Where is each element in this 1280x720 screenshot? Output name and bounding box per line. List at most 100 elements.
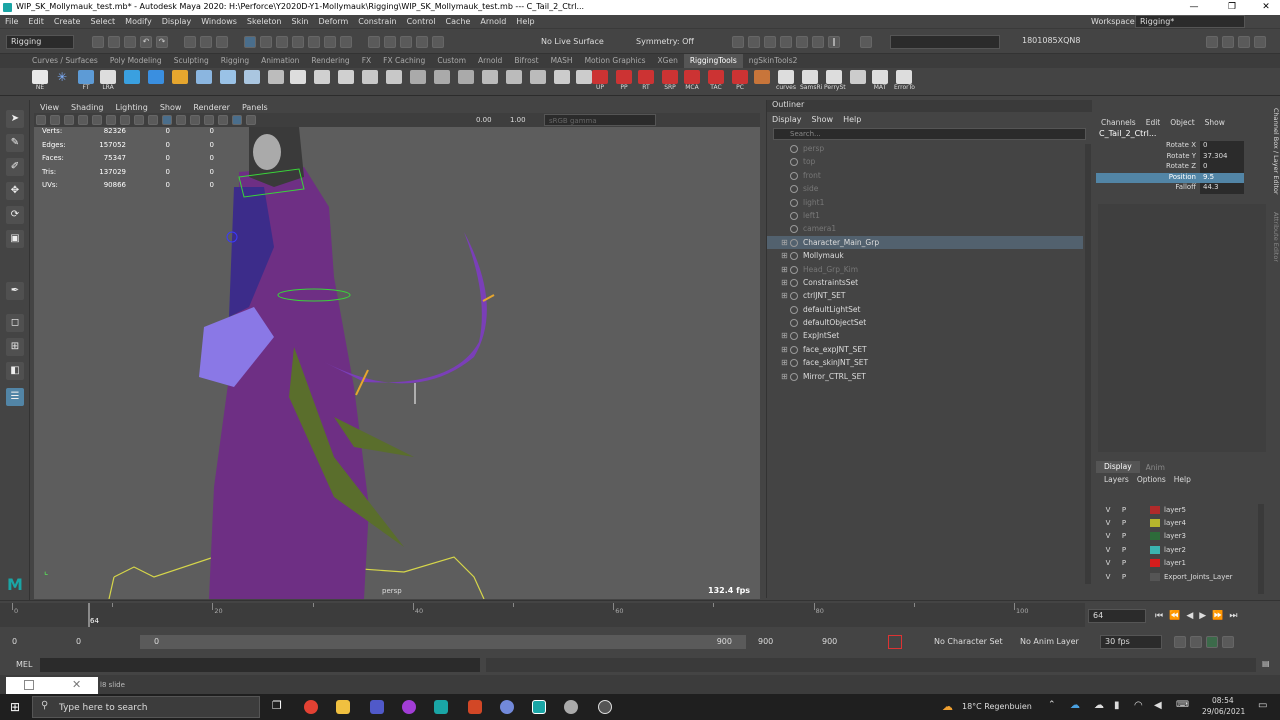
maximize-icon[interactable]: ❐ <box>1218 0 1246 15</box>
shelf-button-bind[interactable] <box>146 70 166 84</box>
film-gate-icon[interactable] <box>106 115 116 125</box>
layer-color-swatch[interactable] <box>1150 505 1160 514</box>
window-restore-icon[interactable] <box>24 680 34 690</box>
layer-playback-toggle[interactable]: P <box>1116 506 1132 514</box>
shelf-tab-bifrost[interactable]: Bifrost <box>508 54 544 68</box>
expand-icon[interactable]: ⊞ <box>781 249 788 262</box>
select-component-icon[interactable] <box>216 36 228 48</box>
time-slider[interactable]: 0 20 40 60 80 100 64 64 ⏮ ⏪ ◀ ▶ ⏩ ⏭ <box>0 600 1280 630</box>
shelf-tab-fx[interactable]: FX <box>356 54 377 68</box>
outliner-item[interactable]: ⊞ ConstraintsSet <box>767 276 1083 289</box>
layer-visibility-toggle[interactable]: V <box>1100 573 1116 581</box>
mel-input[interactable] <box>40 658 480 672</box>
file-explorer-icon[interactable] <box>336 700 350 714</box>
layer-playback-toggle[interactable]: P <box>1116 519 1132 527</box>
layer-color-swatch[interactable] <box>1150 572 1160 581</box>
shelf-button-perryst[interactable]: PerrySt <box>824 70 846 92</box>
shelf-tab-fx-caching[interactable]: FX Caching <box>377 54 431 68</box>
go-to-end-icon[interactable]: ⏭ <box>1229 611 1237 621</box>
shelf-button-up[interactable]: UP <box>590 70 610 92</box>
shelf-button-gear-2[interactable] <box>432 70 452 84</box>
rotate-tool-icon[interactable]: ⟳ <box>6 206 24 224</box>
move-tool-icon[interactable]: ✥ <box>6 182 24 200</box>
wireframe-icon[interactable] <box>148 115 158 125</box>
viewport-menu-view[interactable]: View <box>40 103 59 112</box>
channel-box-icon[interactable] <box>1254 36 1266 48</box>
anim-prefs-icon[interactable] <box>1222 636 1234 648</box>
outliner-menu-help[interactable]: Help <box>843 115 861 124</box>
shelf-tab-rigging[interactable]: Rigging <box>215 54 255 68</box>
character-set-dropdown[interactable]: No Character Set <box>934 637 1003 646</box>
render-current-icon[interactable] <box>748 36 760 48</box>
shelf-button-paint[interactable] <box>170 70 190 84</box>
discord-icon[interactable] <box>500 700 514 714</box>
construction-history-icon[interactable] <box>368 36 380 48</box>
edit-menu[interactable]: Edit <box>1146 118 1161 127</box>
shelf-button-constraint-2[interactable] <box>336 70 356 84</box>
shelf-tab-arnold[interactable]: Arnold <box>472 54 508 68</box>
redo-icon[interactable]: ↷ <box>156 36 168 48</box>
shelf-button-link[interactable] <box>552 70 572 84</box>
menu-file[interactable]: File <box>5 17 18 26</box>
image-plane-icon[interactable] <box>78 115 88 125</box>
attr-position[interactable]: Position 9.5 <box>1096 172 1280 183</box>
input-line-field[interactable] <box>890 35 1000 49</box>
step-back-icon[interactable]: ◀ <box>1186 611 1193 621</box>
last-tool-icon[interactable]: ✒ <box>6 282 24 300</box>
reroute-icon[interactable] <box>432 36 444 48</box>
attribute-editor-side-tab[interactable]: Attribute Editor <box>1268 212 1280 272</box>
clock-date[interactable]: 29/06/2021 <box>1202 707 1245 716</box>
layer-playback-toggle[interactable]: P <box>1116 532 1132 540</box>
bookmark-icon[interactable] <box>64 115 74 125</box>
layer-color-swatch[interactable] <box>1150 519 1160 528</box>
teams-icon[interactable] <box>370 700 384 714</box>
current-frame-field[interactable]: 64 <box>1088 609 1146 623</box>
battery-icon[interactable]: ▮ <box>1114 700 1120 711</box>
layer-row[interactable]: V Player3 <box>1096 530 1256 543</box>
layer-playback-toggle[interactable]: P <box>1116 559 1132 567</box>
layer-color-swatch[interactable] <box>1150 559 1160 568</box>
expand-icon[interactable]: ⊞ <box>781 276 788 289</box>
shelf-tab-custom[interactable]: Custom <box>431 54 472 68</box>
expand-icon[interactable]: ⊞ <box>781 356 788 369</box>
step-back-key-icon[interactable]: ⏪ <box>1169 611 1180 621</box>
user-account[interactable]: 1801085XQN8 <box>1018 35 1098 49</box>
select-tool-icon[interactable]: ➤ <box>6 110 24 128</box>
outliner-menu-display[interactable]: Display <box>772 115 802 124</box>
outliner-item[interactable]: defaultObjectSet <box>767 316 1083 329</box>
lock-icon[interactable] <box>324 36 336 48</box>
expand-icon[interactable]: ⊞ <box>781 329 788 342</box>
floating-window[interactable]: ✕ <box>6 677 98 694</box>
arnold-render-icon[interactable] <box>812 36 824 48</box>
taskbar-search[interactable]: ⚲ Type here to search <box>32 696 260 718</box>
layer-row[interactable]: V P Export_Joints_Layer <box>1096 570 1256 583</box>
expand-icon[interactable]: ⊞ <box>781 370 788 383</box>
media-app-icon[interactable] <box>402 700 416 714</box>
menu-create[interactable]: Create <box>54 17 81 26</box>
shelf-button-samsri[interactable]: SamsRi <box>800 70 822 92</box>
colorspace-dropdown[interactable]: sRGB gamma <box>544 114 656 126</box>
viewport-menu-lighting[interactable]: Lighting <box>115 103 147 112</box>
script-editor-icon[interactable]: ▤ <box>1262 659 1270 668</box>
menu-select[interactable]: Select <box>90 17 115 26</box>
render-settings-icon[interactable] <box>780 36 792 48</box>
menu-help[interactable]: Help <box>516 17 534 26</box>
channel-box-side-tab[interactable]: Channel Box / Layer Editor <box>1268 108 1280 208</box>
shelf-button-constraint-4[interactable] <box>384 70 404 84</box>
new-scene-icon[interactable] <box>92 36 104 48</box>
outliner-item[interactable]: light1 <box>767 196 1083 209</box>
symmetry-dropdown[interactable]: Symmetry: Off <box>636 37 694 46</box>
outliner-item[interactable]: ⊞ Character_Main_Grp <box>767 235 1083 250</box>
fps-dropdown[interactable]: 30 fps <box>1100 635 1162 649</box>
shelf-button-arrow-1[interactable] <box>480 70 500 84</box>
layer-row[interactable]: V Player5 <box>1096 503 1256 516</box>
object-menu[interactable]: Object <box>1170 118 1194 127</box>
outliner-menu-show[interactable]: Show <box>812 115 834 124</box>
snap-grid-icon[interactable] <box>244 36 256 48</box>
camera-attr-icon[interactable] <box>50 115 60 125</box>
single-view-icon[interactable]: ◻ <box>6 314 24 332</box>
persp-outliner-icon[interactable]: ◧ <box>6 362 24 380</box>
gamma-value[interactable]: 1.00 <box>510 116 526 124</box>
tray-chevron-icon[interactable]: ⌃ <box>1048 700 1056 710</box>
auto-key-icon[interactable] <box>888 635 902 649</box>
